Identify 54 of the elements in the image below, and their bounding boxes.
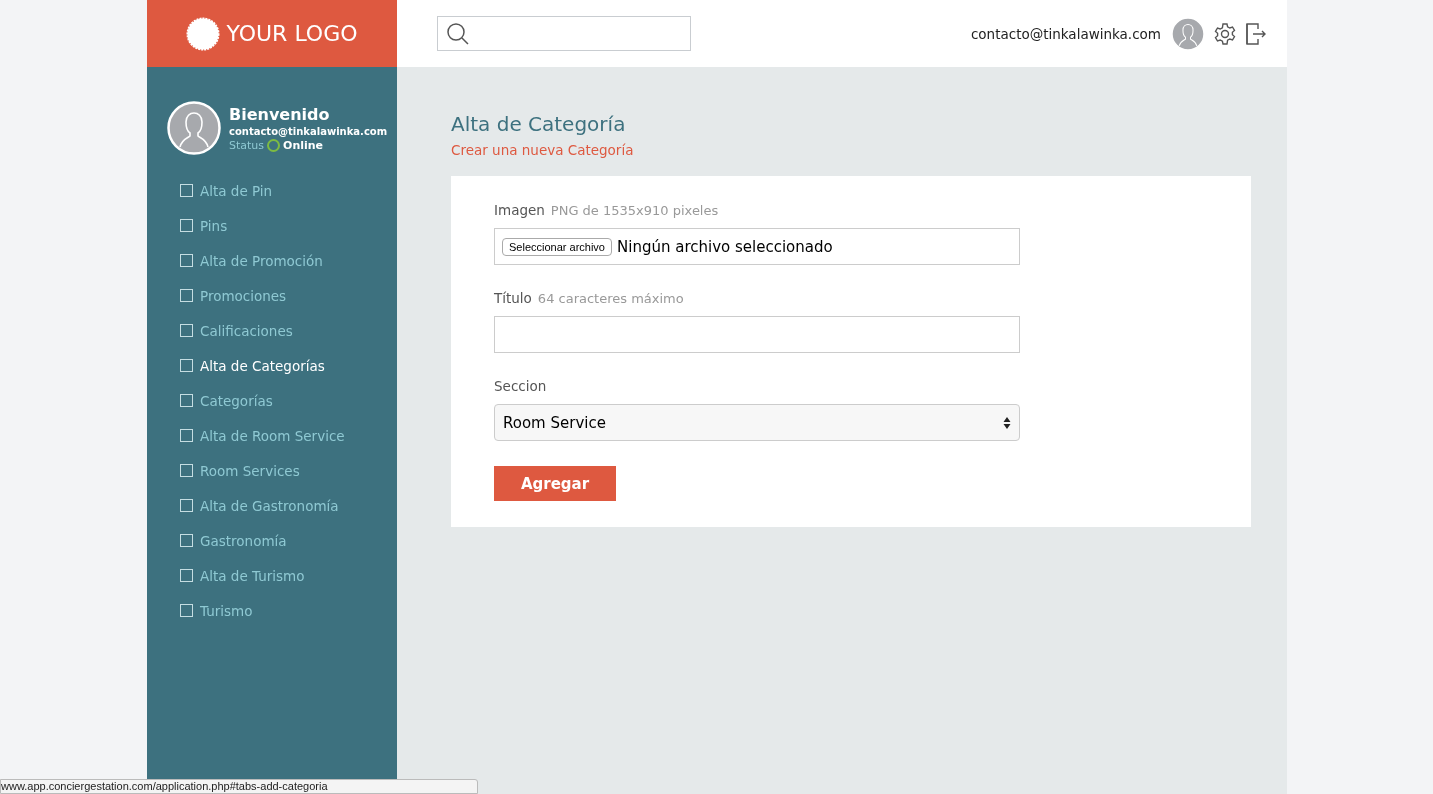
user-email: contacto@tinkalawinka.com <box>229 125 388 137</box>
checkbox-icon <box>180 254 193 267</box>
nav-item[interactable]: Room Services <box>167 453 397 488</box>
checkbox-icon <box>180 464 193 477</box>
page-title: Alta de Categoría <box>451 112 627 136</box>
add-button[interactable]: Agregar <box>494 466 616 501</box>
sort-arrows-icon <box>1003 415 1011 430</box>
nav-item[interactable]: Alta de Turismo <box>167 558 397 593</box>
nav-item[interactable]: Gastronomía <box>167 523 397 558</box>
section-select[interactable]: Room Service <box>494 404 1020 441</box>
nav-item[interactable]: Alta de Gastronomía <box>167 488 397 523</box>
field-hint: PNG de 1535x910 pixeles <box>550 203 719 218</box>
nav-item[interactable]: Categorías <box>167 383 397 418</box>
checkbox-icon <box>180 429 193 442</box>
title-input[interactable] <box>494 316 1020 353</box>
nav-item[interactable]: Pins <box>167 208 397 243</box>
logo-text: YOUR LOGO <box>226 21 358 46</box>
nav-item[interactable]: Turismo <box>167 593 397 628</box>
page-subtitle: Crear una nueva Categoría <box>451 142 635 158</box>
checkbox-icon <box>180 499 193 512</box>
nav-item[interactable]: Promociones <box>167 278 397 313</box>
logo-icon <box>186 16 221 51</box>
nav-item[interactable]: Alta de Promoción <box>167 243 397 278</box>
avatar-icon <box>167 101 221 155</box>
checkbox-icon <box>180 359 193 372</box>
checkbox-icon <box>180 394 193 407</box>
checkbox-icon <box>180 604 193 617</box>
checkbox-icon <box>180 569 193 582</box>
nav-item[interactable]: Alta de Categorías <box>167 348 397 383</box>
nav-item[interactable]: Alta de Pin <box>167 173 397 208</box>
field-label: Título <box>494 290 532 306</box>
status-text: Online <box>283 138 324 152</box>
checkbox-icon <box>180 534 193 547</box>
checkbox-icon <box>180 219 193 232</box>
search-icon <box>446 21 470 46</box>
checkbox-icon <box>180 289 193 302</box>
file-input[interactable]: Seleccionar archivo Ningún archivo seleccionado <box>494 228 1020 265</box>
status-label: Status <box>229 138 265 152</box>
field-label: Seccion <box>494 378 547 394</box>
nav-item[interactable]: Calificaciones <box>167 313 397 348</box>
field-label: Imagen <box>494 202 545 218</box>
checkbox-icon <box>180 324 193 337</box>
choose-file-button[interactable]: Seleccionar archivo <box>502 237 612 256</box>
user-email: contacto@tinkalawinka.com <box>970 25 1161 42</box>
file-status: Ningún archivo seleccionado <box>617 237 833 256</box>
settings-icon[interactable] <box>1213 21 1237 46</box>
logout-icon[interactable] <box>1245 21 1267 46</box>
nav-item[interactable]: Alta de Room Service <box>167 418 397 453</box>
status-url: www.app.conciergestation.com/application.php#tabs-add-categoria <box>0 779 478 794</box>
search-field[interactable] <box>437 16 691 51</box>
field-hint: 64 caracteres máximo <box>537 291 684 306</box>
checkbox-icon <box>180 184 193 197</box>
welcome-text: Bienvenido <box>229 104 331 124</box>
avatar-icon <box>1171 16 1205 51</box>
